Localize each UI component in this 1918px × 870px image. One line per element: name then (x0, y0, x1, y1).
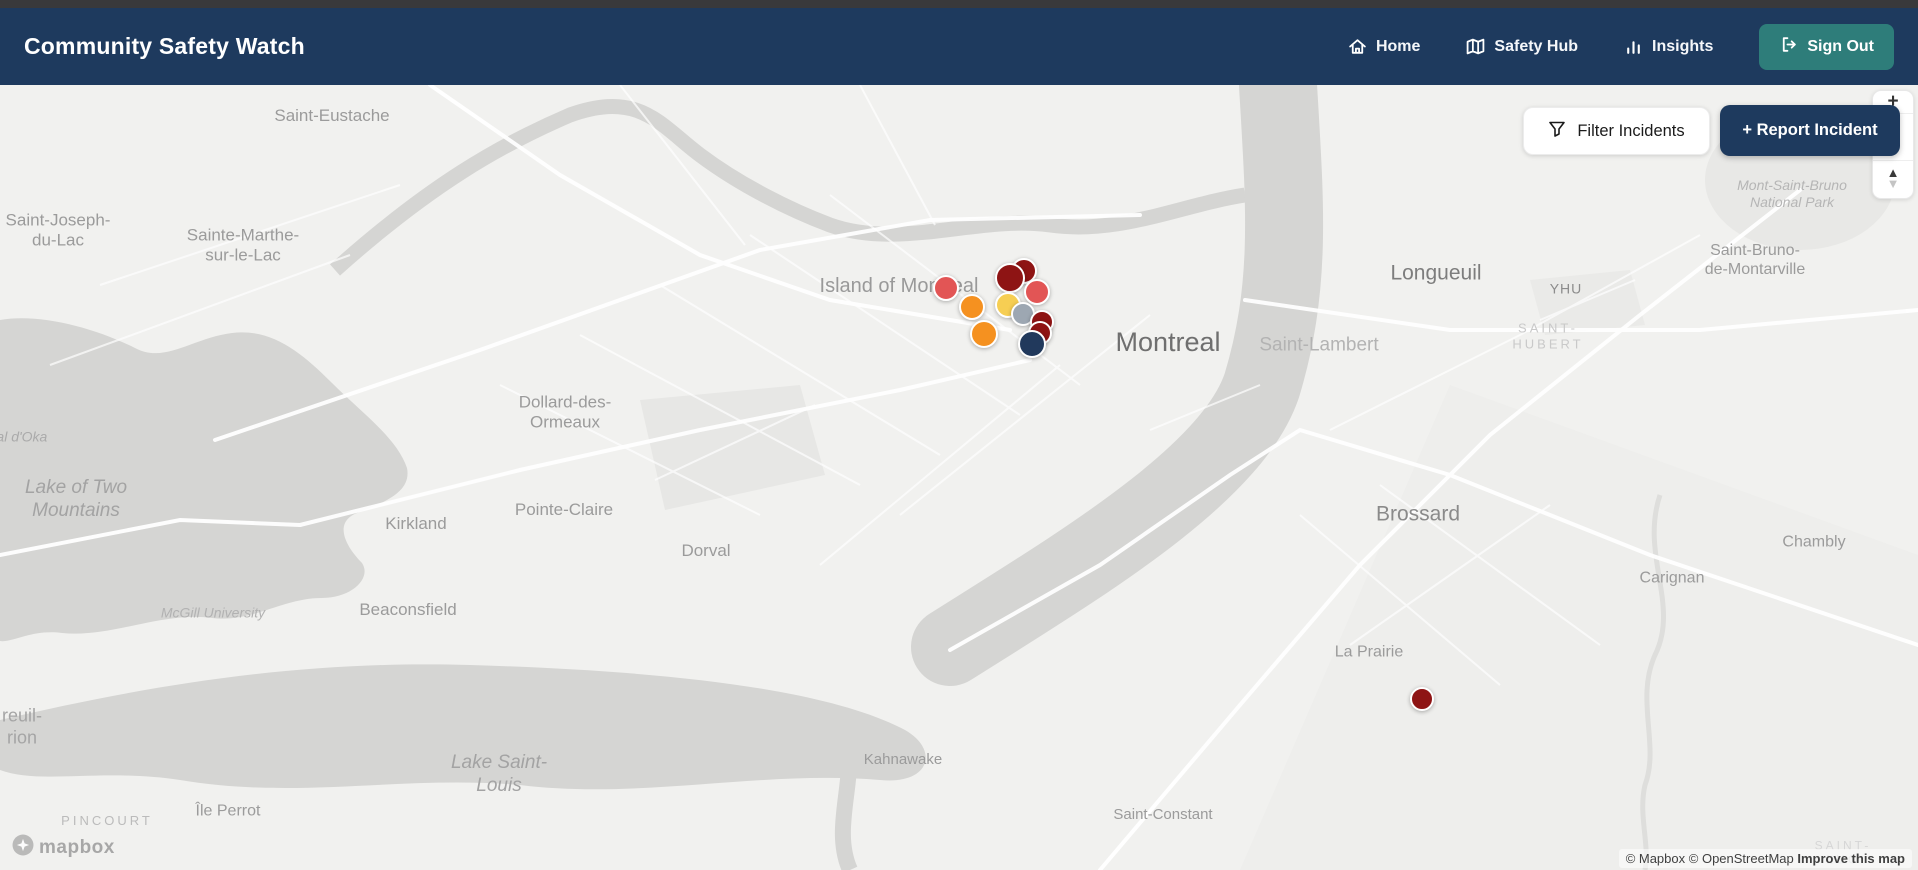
funnel-icon (1548, 120, 1566, 143)
filter-incidents-label: Filter Incidents (1577, 121, 1685, 140)
incident-marker[interactable] (959, 294, 985, 320)
main-nav: Home Safety Hub Insights Sign Out (1348, 23, 1894, 70)
incident-marker[interactable] (1024, 279, 1050, 305)
app-header: Community Safety Watch Home Safety Hub I… (0, 8, 1918, 85)
nav-safety-hub-label: Safety Hub (1494, 37, 1578, 55)
bar-chart-icon (1624, 37, 1643, 56)
nav-home-label: Home (1375, 37, 1421, 55)
nav-insights-label: Insights (1652, 37, 1714, 55)
home-icon (1348, 37, 1367, 56)
mapbox-logo[interactable]: mapbox (12, 834, 115, 861)
improve-map-link[interactable]: Improve this map (1797, 851, 1905, 866)
nav-insights[interactable]: Insights (1624, 37, 1713, 56)
incident-marker[interactable] (933, 275, 959, 301)
nav-safety-hub[interactable]: Safety Hub (1466, 37, 1578, 56)
sign-out-button[interactable]: Sign Out (1759, 23, 1894, 70)
nav-home[interactable]: Home (1348, 37, 1420, 56)
map-attribution: © Mapbox © OpenStreetMap Improve this ma… (1618, 849, 1912, 868)
filter-incidents-button[interactable]: Filter Incidents (1523, 107, 1710, 155)
attribution-mapbox-link[interactable]: © Mapbox (1626, 851, 1685, 866)
incident-marker[interactable] (1018, 330, 1046, 358)
basemap-graphics (0, 85, 1918, 870)
logout-icon (1779, 35, 1798, 59)
pitch-control[interactable]: ▲ ▼ (1873, 161, 1913, 196)
incident-marker[interactable] (970, 320, 998, 348)
incident-marker[interactable] (1410, 687, 1434, 711)
arrow-down-icon: ▼ (1886, 175, 1900, 191)
app-title: Community Safety Watch (24, 33, 305, 59)
window-chrome (0, 0, 1918, 8)
attribution-osm-link[interactable]: © OpenStreetMap (1689, 851, 1794, 866)
app-window: Community Safety Watch Home Safety Hub I… (0, 0, 1918, 870)
sign-out-label: Sign Out (1807, 37, 1874, 55)
mapbox-logo-word: mapbox (39, 836, 115, 858)
map-icon (1466, 37, 1485, 56)
report-incident-button[interactable]: + Report Incident (1720, 105, 1900, 156)
mapbox-logo-icon (12, 834, 34, 861)
map-canvas[interactable]: Saint-Eustache Saint-Joseph- du-Lac Sainte… (0, 85, 1918, 870)
incident-marker[interactable] (995, 263, 1025, 293)
